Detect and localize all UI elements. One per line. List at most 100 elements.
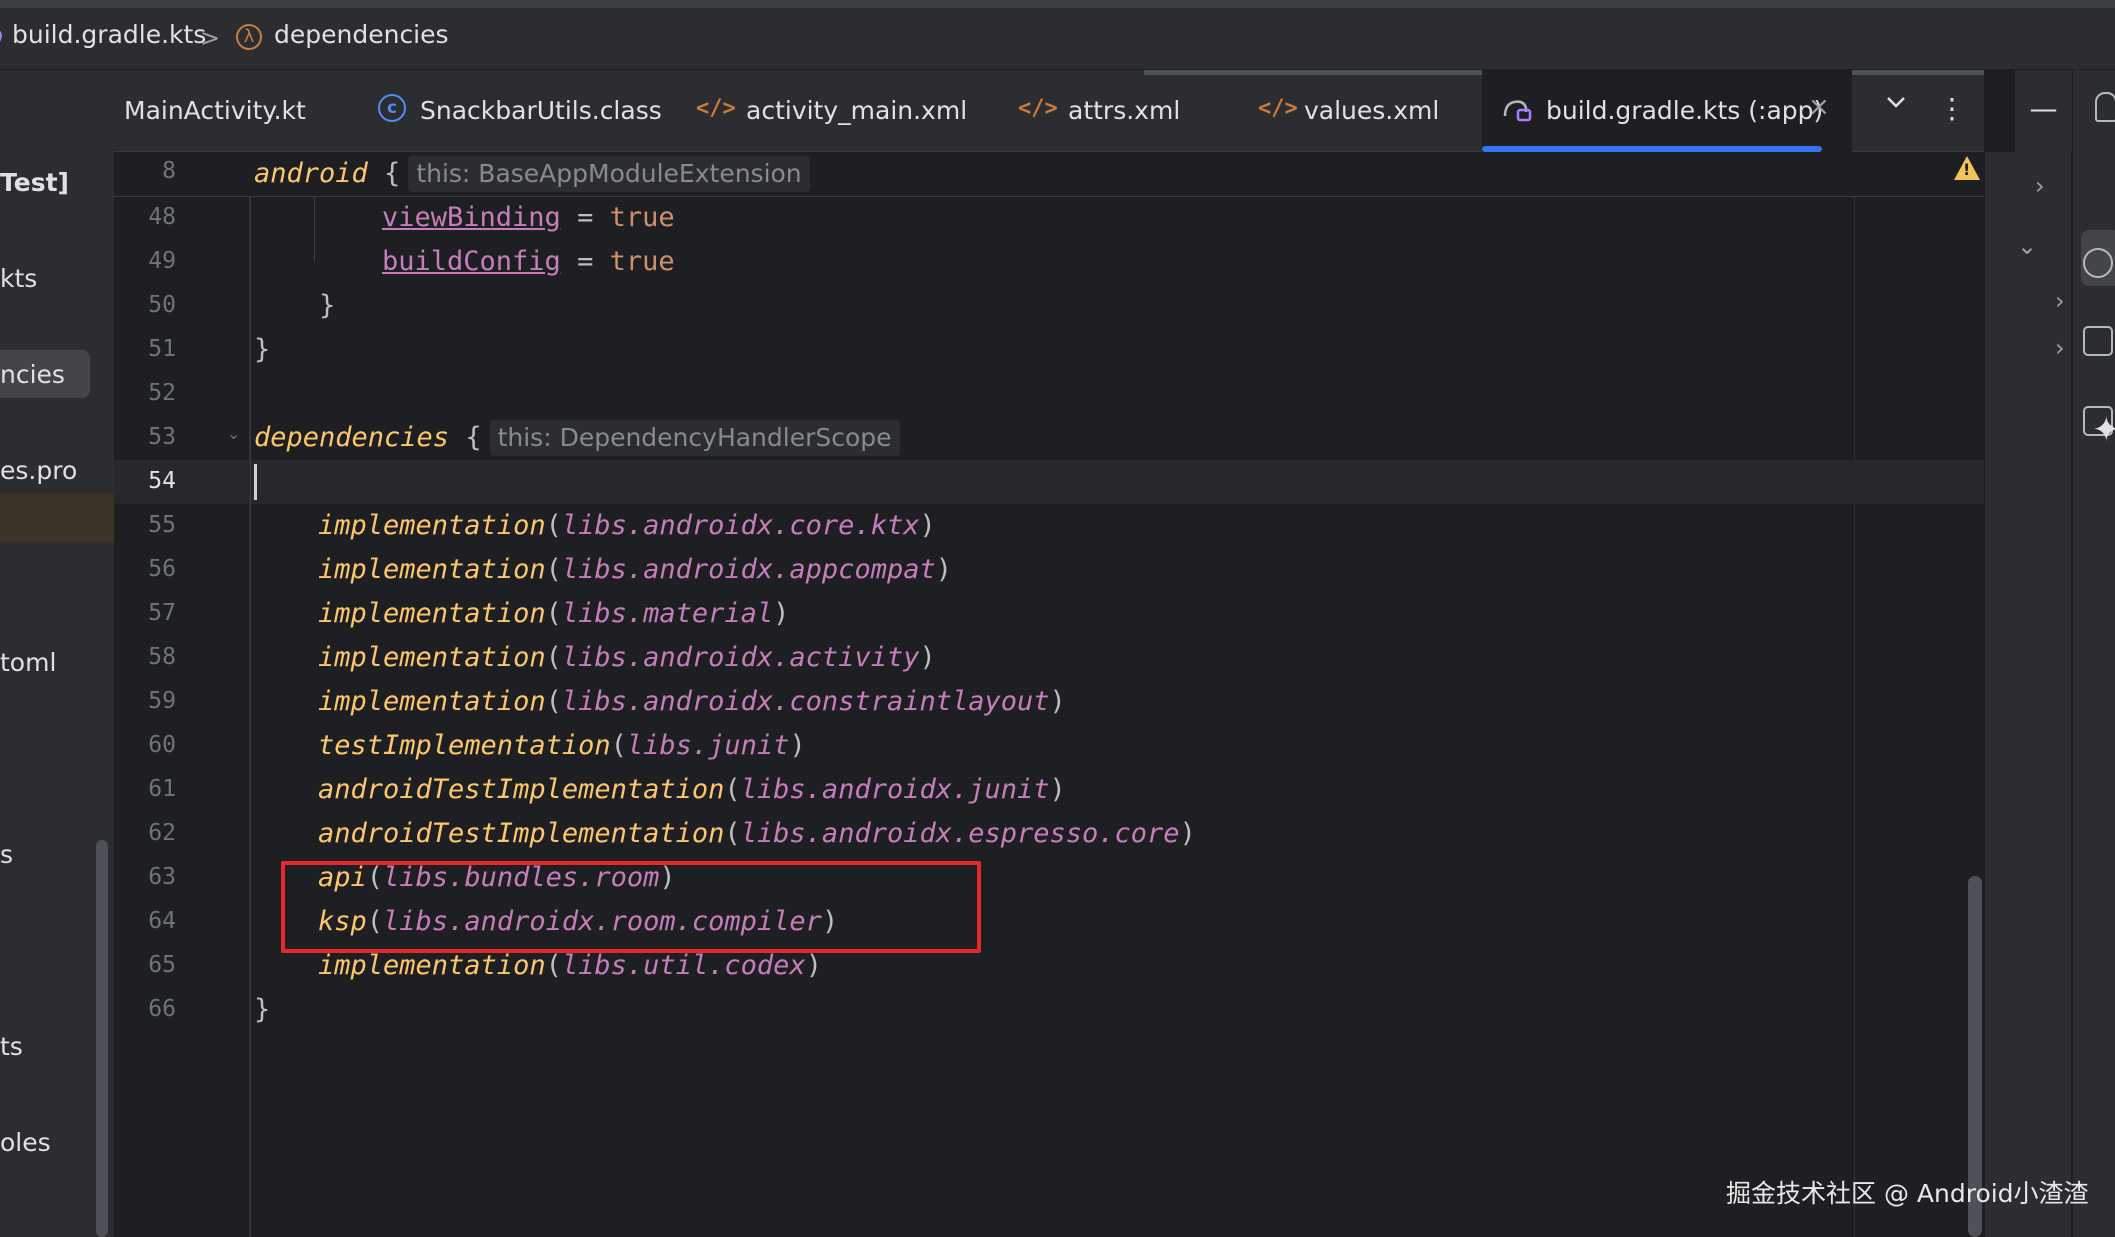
close-icon[interactable]: ×: [1808, 92, 1830, 122]
breadcrumb-separator: >: [200, 24, 221, 52]
chevron-right-icon[interactable]: ›: [2035, 172, 2045, 200]
project-item[interactable]: es.pro: [0, 456, 77, 485]
dependency-line: 59 implementation(libs.androidx.constrain…: [114, 680, 1984, 724]
project-highlight-row: [0, 494, 114, 542]
lambda-icon: λ: [236, 24, 262, 50]
library-reference: libs.androidx.activity: [561, 642, 920, 673]
minimize-button[interactable]: —: [2015, 70, 2072, 152]
tab-mainactivity[interactable]: MainActivity.kt: [114, 70, 354, 152]
tab-build-gradle-app[interactable]: build.gradle.kts (:app) ×: [1482, 70, 1852, 152]
boolean-literal: true: [609, 202, 675, 233]
paren: ): [789, 730, 806, 761]
project-item-selected[interactable]: ncies: [0, 360, 65, 389]
property: viewBinding: [382, 202, 561, 233]
boolean-literal: true: [609, 246, 675, 277]
line-number: 55: [148, 512, 176, 538]
library-reference: libs.androidx.constraintlayout: [561, 686, 1050, 717]
line-number: 63: [148, 864, 176, 890]
text-caret: [254, 464, 257, 500]
inlay-hint: this: DependencyHandlerScope: [489, 420, 900, 456]
sticky-scope-header[interactable]: 8 android {this: BaseAppModuleExtension …: [114, 152, 1984, 197]
code-text: }: [254, 994, 271, 1025]
current-line: 54: [114, 460, 1984, 504]
chevron-right-icon[interactable]: ›: [2055, 287, 2065, 315]
operator: =: [560, 202, 610, 233]
project-item[interactable]: kts: [0, 264, 37, 293]
ai-assistant-icon[interactable]: ✦: [2092, 410, 2115, 450]
paren: ): [935, 554, 952, 585]
tab-activity-main[interactable]: </> activity_main.xml: [696, 70, 1000, 152]
operator: =: [560, 246, 610, 277]
indent-guide: [250, 196, 251, 1237]
library-reference: libs.androidx.appcompat: [561, 554, 936, 585]
code-text: dependencies {this: DependencyHandlerSco…: [254, 420, 900, 456]
fold-icon[interactable]: ⌄: [227, 424, 240, 443]
function-call: implementation: [318, 642, 546, 673]
more-options-icon[interactable]: ⋮: [1938, 92, 1966, 125]
paren: (: [545, 598, 562, 629]
xml-file-icon: </>: [1258, 96, 1298, 121]
breadcrumb-symbol[interactable]: dependencies: [274, 20, 449, 49]
line-number: 61: [148, 776, 176, 802]
gutter-navigation-strip: › ⌄ › ›: [1984, 152, 2071, 1237]
function-call: implementation: [318, 686, 546, 717]
project-scrollbar[interactable]: [96, 840, 108, 1237]
warning-icon[interactable]: !: [1954, 156, 1980, 180]
dependency-line: 60 testImplementation(libs.junit): [114, 724, 1984, 768]
library-reference: libs.androidx.espresso.core: [740, 818, 1180, 849]
project-item[interactable]: Test]: [0, 168, 69, 197]
code-text: }: [254, 334, 271, 365]
right-tool-window-bar: [2072, 70, 2115, 1237]
paren: (: [610, 730, 627, 761]
line-number: 57: [148, 600, 176, 626]
property: buildConfig: [382, 246, 561, 277]
project-item[interactable]: s: [0, 840, 13, 869]
library-reference: libs.androidx.core.ktx: [561, 510, 920, 541]
line-number: 59: [148, 688, 176, 714]
code-text: implementation(libs.util.codex): [318, 948, 822, 984]
paren: ): [773, 598, 790, 629]
minimize-icon: —: [2029, 92, 2058, 125]
tab-attrs[interactable]: </> attrs.xml: [1018, 70, 1220, 152]
project-item[interactable]: toml: [0, 648, 56, 677]
function-call: implementation: [318, 510, 546, 541]
code-editor[interactable]: 8 android {this: BaseAppModuleExtension …: [114, 152, 1984, 1237]
tab-values[interactable]: </> values.xml: [1258, 70, 1470, 152]
paren: (: [545, 554, 562, 585]
code-text: implementation(libs.androidx.constraintl…: [318, 684, 1066, 720]
project-item[interactable]: ts: [0, 1032, 23, 1061]
device-manager-icon[interactable]: [2083, 326, 2113, 356]
line-number: 65: [148, 952, 176, 978]
chevron-down-icon[interactable]: ⌄: [2017, 232, 2037, 260]
code-text: implementation(libs.androidx.core.ktx): [318, 508, 936, 544]
line-number: 52: [148, 380, 176, 406]
tab-snackbarutils[interactable]: c SnackbarUtils.class: [358, 70, 662, 152]
library-reference: libs.util.codex: [561, 950, 806, 981]
notifications-icon[interactable]: [2095, 92, 2115, 122]
tab-label: MainActivity.kt: [124, 96, 306, 125]
code-line: 50 }: [114, 284, 1984, 328]
paren: (: [545, 950, 562, 981]
project-pane: Test] kts ncies es.pro toml s ts oles: [0, 70, 115, 1237]
line-number: 48: [148, 204, 176, 230]
watermark: 掘金技术社区 @ Android小渣渣: [1726, 1179, 2089, 1208]
paren: (: [724, 774, 741, 805]
gradle-file-icon: [1503, 100, 1532, 122]
chevron-right-icon[interactable]: ›: [2055, 334, 2065, 362]
library-reference: libs.material: [561, 598, 774, 629]
dependency-line: 57 implementation(libs.material): [114, 592, 1984, 636]
code-text: }: [254, 290, 336, 321]
tab-label: build.gradle.kts (:app): [1546, 96, 1824, 125]
breadcrumb-file[interactable]: build.gradle.kts: [12, 20, 206, 49]
line-number: 56: [148, 556, 176, 582]
code-line: 53 ⌄ dependencies {this: DependencyHandl…: [114, 416, 1984, 460]
code-text: viewBinding = true: [382, 200, 675, 236]
gradle-tool-icon[interactable]: [2083, 248, 2113, 278]
tab-label: SnackbarUtils.class: [420, 96, 662, 125]
xml-file-icon: </>: [696, 96, 736, 121]
code-line: 49 buildConfig = true: [114, 240, 1984, 284]
code-line: 52: [114, 372, 1984, 416]
code-text: implementation(libs.material): [318, 596, 789, 632]
chevron-down-icon[interactable]: [1884, 90, 1908, 121]
project-item[interactable]: oles: [0, 1128, 51, 1157]
